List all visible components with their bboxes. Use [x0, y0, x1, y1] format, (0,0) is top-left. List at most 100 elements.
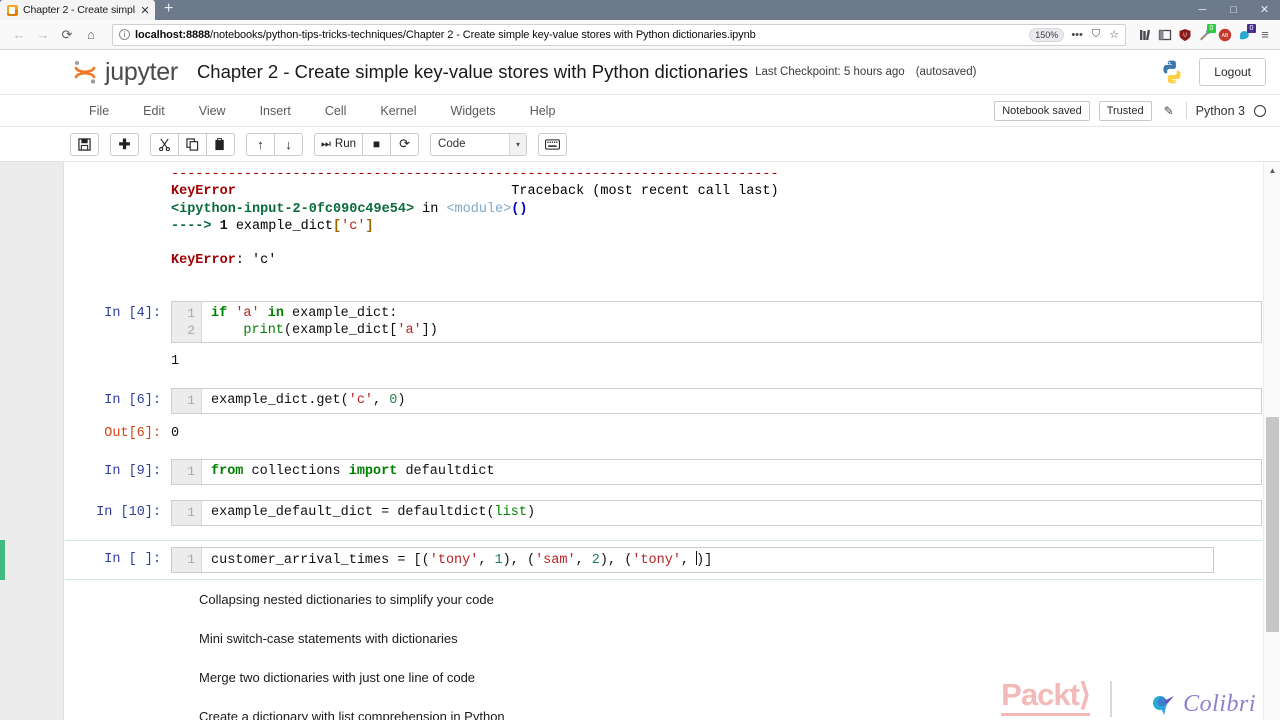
- close-window-button[interactable]: ✕: [1249, 0, 1280, 20]
- code-get-mid: ,: [373, 392, 390, 408]
- toolbar-group-move: ↑ ↓: [246, 132, 303, 156]
- ublock-shield-icon[interactable]: U: [1178, 28, 1192, 42]
- forward-icon[interactable]: →: [32, 24, 54, 46]
- trusted-badge[interactable]: Trusted: [1098, 100, 1152, 121]
- zoom-level-badge[interactable]: 150%: [1029, 27, 1065, 42]
- divider: [1185, 102, 1187, 119]
- str-tony-1: 'tony': [429, 552, 479, 568]
- cell-input-area-4[interactable]: 12 if 'a' in example_dict: print(example…: [171, 300, 1262, 343]
- code-text-10[interactable]: example_default_dict = defaultdict(list): [202, 500, 1261, 525]
- cell-prompt-in-10: In [10]:: [96, 504, 161, 520]
- notebook-left-margin: [0, 162, 64, 720]
- code-rest-1: example_dict:: [283, 305, 398, 321]
- chevron-down-icon[interactable]: ▾: [509, 133, 527, 155]
- code-arr-pre: customer_arrival_times = [(: [211, 552, 430, 568]
- kw-in: in: [267, 305, 284, 321]
- code-cell-6[interactable]: In [6]: 1 example_dict.get('c', 0): [65, 387, 1262, 414]
- reload-icon[interactable]: ⟳: [56, 24, 78, 46]
- cell-input-area-6[interactable]: 1 example_dict.get('c', 0): [171, 387, 1262, 414]
- browser-menu-icon[interactable]: ≡: [1258, 24, 1272, 46]
- bookmark-star-icon[interactable]: ☆: [1107, 28, 1121, 41]
- menu-view[interactable]: View: [182, 104, 243, 118]
- move-cell-down-button[interactable]: ↓: [274, 132, 303, 156]
- code-text-6[interactable]: example_dict.get('c', 0): [202, 388, 1261, 413]
- address-bar[interactable]: i localhost:8888/notebooks/python-tips-t…: [112, 23, 1126, 46]
- traceback-key-string: 'c': [341, 218, 366, 234]
- menu-file[interactable]: File: [72, 104, 126, 118]
- traceback-arrow-line: 1: [219, 218, 228, 234]
- menu-widgets[interactable]: Widgets: [434, 104, 513, 118]
- cut-cell-button[interactable]: [150, 132, 179, 156]
- colibri-bird-icon: [1150, 692, 1176, 718]
- browser-tab[interactable]: Chapter 2 - Create simple key- ✕: [0, 0, 155, 20]
- jupyter-logo-icon: [72, 59, 98, 85]
- logout-button[interactable]: Logout: [1199, 58, 1266, 86]
- code-cell-9[interactable]: In [9]: 1 from collections import defaul…: [65, 458, 1262, 485]
- addon-blue-badge-icon[interactable]: 0: [1238, 23, 1256, 42]
- paste-cell-button[interactable]: [206, 132, 235, 156]
- move-cell-up-button[interactable]: ↑: [246, 132, 275, 156]
- num-2: 2: [591, 552, 600, 568]
- line-number: 2: [187, 322, 195, 338]
- code-text-4[interactable]: if 'a' in example_dict: print(example_di…: [202, 301, 1261, 342]
- code-arr-m1: ,: [478, 552, 495, 568]
- output-cell-4: 1: [65, 349, 1262, 371]
- traceback-text: ----------------------------------------…: [171, 166, 779, 270]
- jupyter-logo[interactable]: jupyter: [72, 58, 178, 87]
- scrollbar-thumb[interactable]: [1266, 417, 1279, 632]
- cell-input-area-9[interactable]: 1 from collections import defaultdict: [171, 458, 1262, 485]
- code-rest-3: ]): [421, 322, 438, 338]
- sidebar-icon[interactable]: [1158, 28, 1172, 42]
- notebook-title[interactable]: Chapter 2 - Create simple key-value stor…: [197, 61, 748, 83]
- restart-kernel-button[interactable]: ⟳: [390, 132, 420, 156]
- addon-blue-badge: 0: [1247, 23, 1256, 33]
- new-tab-button[interactable]: +: [155, 1, 182, 19]
- menu-kernel[interactable]: Kernel: [363, 104, 433, 118]
- addon-green-badge-icon[interactable]: 0: [1198, 23, 1216, 42]
- code-cell-4[interactable]: In [4]: 12 if 'a' in example_dict: print…: [65, 300, 1262, 343]
- menu-cell[interactable]: Cell: [308, 104, 364, 118]
- home-icon[interactable]: ⌂: [80, 24, 102, 46]
- cell-prompt-in-6: In [6]:: [104, 392, 161, 408]
- code-text-active[interactable]: customer_arrival_times = [('tony', 1), (…: [202, 547, 1213, 572]
- run-label: Run: [334, 138, 357, 150]
- str-a2: 'a': [397, 322, 422, 338]
- adblock-stop-icon[interactable]: AB: [1218, 28, 1232, 42]
- run-button[interactable]: ⏭ Run: [314, 132, 364, 156]
- colibri-watermark: Colibri: [1150, 691, 1256, 718]
- kw-if: if: [211, 305, 228, 321]
- cell-type-select[interactable]: Code ▾: [430, 132, 528, 156]
- code-text-9[interactable]: from collections import defaultdict: [202, 459, 1261, 484]
- kernel-name-label: Python 3: [1195, 103, 1245, 118]
- pocket-icon[interactable]: ⛉: [1090, 28, 1102, 41]
- selected-cell-highlight: In [ ]: 1 customer_arrival_times = [('to…: [65, 539, 1262, 580]
- cell-input-area-active[interactable]: 1 customer_arrival_times = [('tony', 1),…: [171, 546, 1214, 573]
- builtin-list: list: [494, 504, 527, 520]
- menu-edit[interactable]: Edit: [126, 104, 182, 118]
- code-cell-10[interactable]: In [10]: 1 example_default_dict = defaul…: [65, 499, 1262, 526]
- library-icon[interactable]: [1138, 28, 1152, 42]
- python-logo-icon: [1159, 59, 1185, 85]
- close-icon[interactable]: ✕: [140, 4, 150, 17]
- page-info-icon[interactable]: i: [119, 29, 130, 40]
- command-palette-button[interactable]: [538, 132, 568, 156]
- menu-insert[interactable]: Insert: [243, 104, 308, 118]
- selected-cell-container[interactable]: In [ ]: 1 customer_arrival_times = [('to…: [0, 539, 1262, 580]
- save-button[interactable]: [70, 132, 99, 156]
- code-cell-active[interactable]: In [ ]: 1 customer_arrival_times = [('to…: [17, 546, 1214, 573]
- maximize-button[interactable]: □: [1218, 0, 1249, 20]
- interrupt-kernel-button[interactable]: ■: [362, 132, 392, 156]
- copy-cell-button[interactable]: [178, 132, 207, 156]
- watermark-divider: [1110, 681, 1112, 717]
- back-icon[interactable]: ←: [8, 24, 30, 46]
- scroll-up-icon[interactable]: ▲: [1264, 162, 1280, 179]
- menu-help[interactable]: Help: [513, 104, 573, 118]
- jupyter-toolbar: ✚ ↑ ↓ ⏭ Run ■ ⟳ Code ▾: [0, 127, 1280, 162]
- markdown-line-3: Merge two dictionaries with just one lin…: [199, 669, 476, 685]
- edit-pencil-icon[interactable]: ✎: [1161, 104, 1177, 118]
- insert-cell-below-button[interactable]: ✚: [110, 132, 139, 156]
- page-scrollbar[interactable]: ▲ ▼: [1263, 162, 1280, 720]
- minimize-button[interactable]: ─: [1187, 0, 1218, 20]
- page-actions-icon[interactable]: •••: [1069, 29, 1085, 41]
- cell-input-area-10[interactable]: 1 example_default_dict = defaultdict(lis…: [171, 499, 1262, 526]
